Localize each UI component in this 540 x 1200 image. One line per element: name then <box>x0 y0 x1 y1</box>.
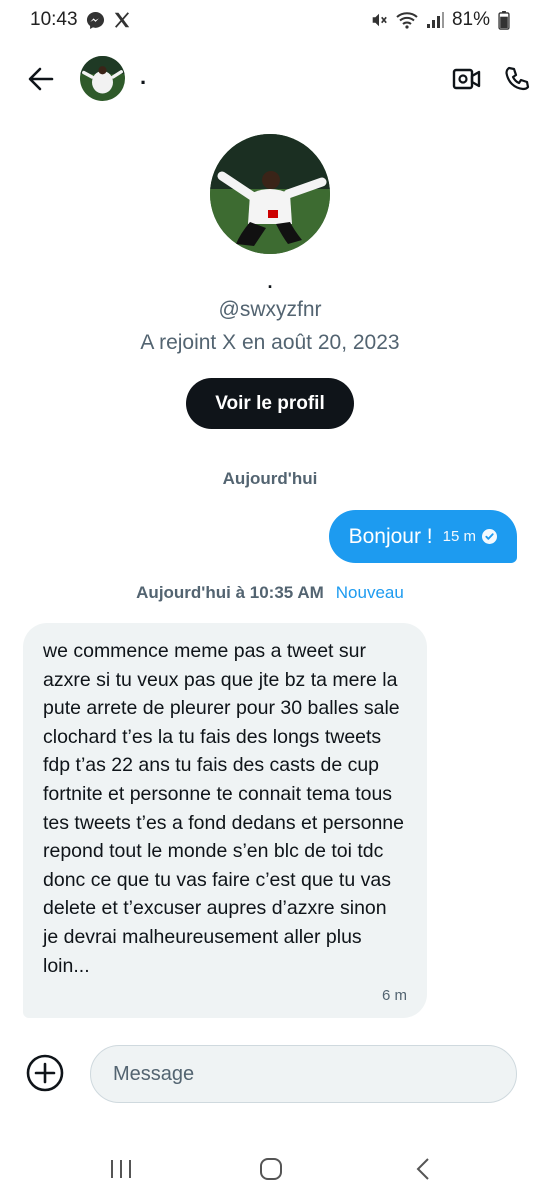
chevron-left-icon <box>416 1158 429 1180</box>
new-messages-label: Nouveau <box>335 583 404 602</box>
sent-message-text: Bonjour ! <box>348 524 433 548</box>
status-time: 10:43 <box>30 9 78 30</box>
home-icon <box>260 1158 282 1180</box>
profile-joined-date: A rejoint X en août 20, 2023 <box>140 331 400 354</box>
wifi-icon <box>396 11 418 29</box>
conversation-header: . <box>0 50 540 108</box>
read-check-icon <box>482 529 497 544</box>
status-left: 10:43 <box>30 9 131 31</box>
phone-icon <box>505 66 530 91</box>
system-nav-bar <box>0 1140 540 1200</box>
profile-name: . <box>267 272 273 292</box>
back-arrow-icon <box>28 67 54 91</box>
back-button[interactable] <box>24 62 58 96</box>
profile-handle: @swxyzfnr <box>218 298 322 321</box>
battery-percent: 81% <box>451 9 490 30</box>
header-avatar[interactable] <box>80 56 125 101</box>
new-messages-timestamp: Aujourd'hui à 10:35 AM <box>136 583 324 602</box>
received-message[interactable]: we commence meme pas a tweet sur azxre s… <box>23 623 427 1018</box>
received-message-text: we commence meme pas a tweet sur azxre s… <box>43 640 404 977</box>
new-messages-divider: Aujourd'hui à 10:35 AM Nouveau <box>0 583 540 603</box>
day-separator: Aujourd'hui <box>222 469 318 488</box>
mute-icon <box>370 11 388 29</box>
sent-message-time: 15 m <box>442 528 476 545</box>
signal-icon <box>426 11 444 29</box>
view-profile-button[interactable]: Voir le profil <box>186 378 354 429</box>
status-bar: 10:43 81% <box>0 0 540 40</box>
recent-apps-icon <box>111 1160 131 1178</box>
phone-call-button[interactable] <box>500 62 534 96</box>
message-input[interactable] <box>90 1045 517 1103</box>
home-button[interactable] <box>251 1154 291 1184</box>
profile-avatar[interactable] <box>210 134 330 254</box>
video-call-icon <box>452 68 481 90</box>
sent-message[interactable]: Bonjour ! 15 m <box>328 510 517 563</box>
add-attachment-button[interactable] <box>25 1053 65 1093</box>
header-name[interactable]: . <box>140 64 146 90</box>
sent-message-meta: 15 m <box>443 528 497 545</box>
received-message-time: 6 m <box>381 987 407 1004</box>
messenger-icon <box>86 11 105 30</box>
system-back-button[interactable] <box>403 1154 443 1184</box>
plus-circle-icon <box>26 1054 64 1092</box>
battery-icon <box>498 10 510 30</box>
x-logo-icon <box>113 11 131 29</box>
video-call-button[interactable] <box>450 62 484 96</box>
recent-apps-button[interactable] <box>101 1154 141 1184</box>
status-right: 81% <box>370 9 510 31</box>
